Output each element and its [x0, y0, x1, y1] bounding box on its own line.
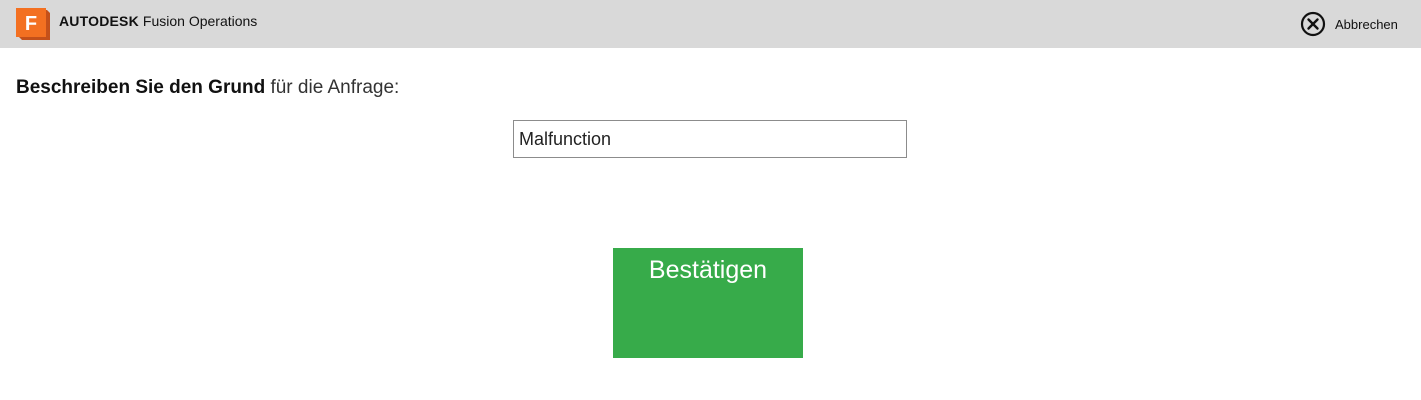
reason-prompt: Beschreiben Sie den Grund für die Anfrag… — [16, 76, 399, 100]
brand-company: AUTODESK — [59, 13, 139, 29]
fusion-logo-icon: F — [16, 8, 50, 40]
prompt-normal-text: für die Anfrage: — [265, 77, 400, 98]
reason-input[interactable] — [513, 120, 907, 158]
top-bar: F AUTODESK Fusion Operations Abbrechen — [0, 0, 1421, 48]
cancel-label[interactable]: Abbrechen — [1335, 17, 1398, 32]
cancel-button[interactable]: Abbrechen — [1300, 11, 1398, 37]
prompt-bold-text: Beschreiben Sie den Grund — [16, 77, 266, 98]
logo-letter: F — [25, 13, 37, 35]
app-title: AUTODESK Fusion Operations — [59, 12, 257, 30]
close-circle-icon[interactable] — [1300, 11, 1326, 37]
confirm-button[interactable]: Bestätigen — [613, 248, 803, 358]
brand-product: Fusion Operations — [142, 13, 258, 29]
